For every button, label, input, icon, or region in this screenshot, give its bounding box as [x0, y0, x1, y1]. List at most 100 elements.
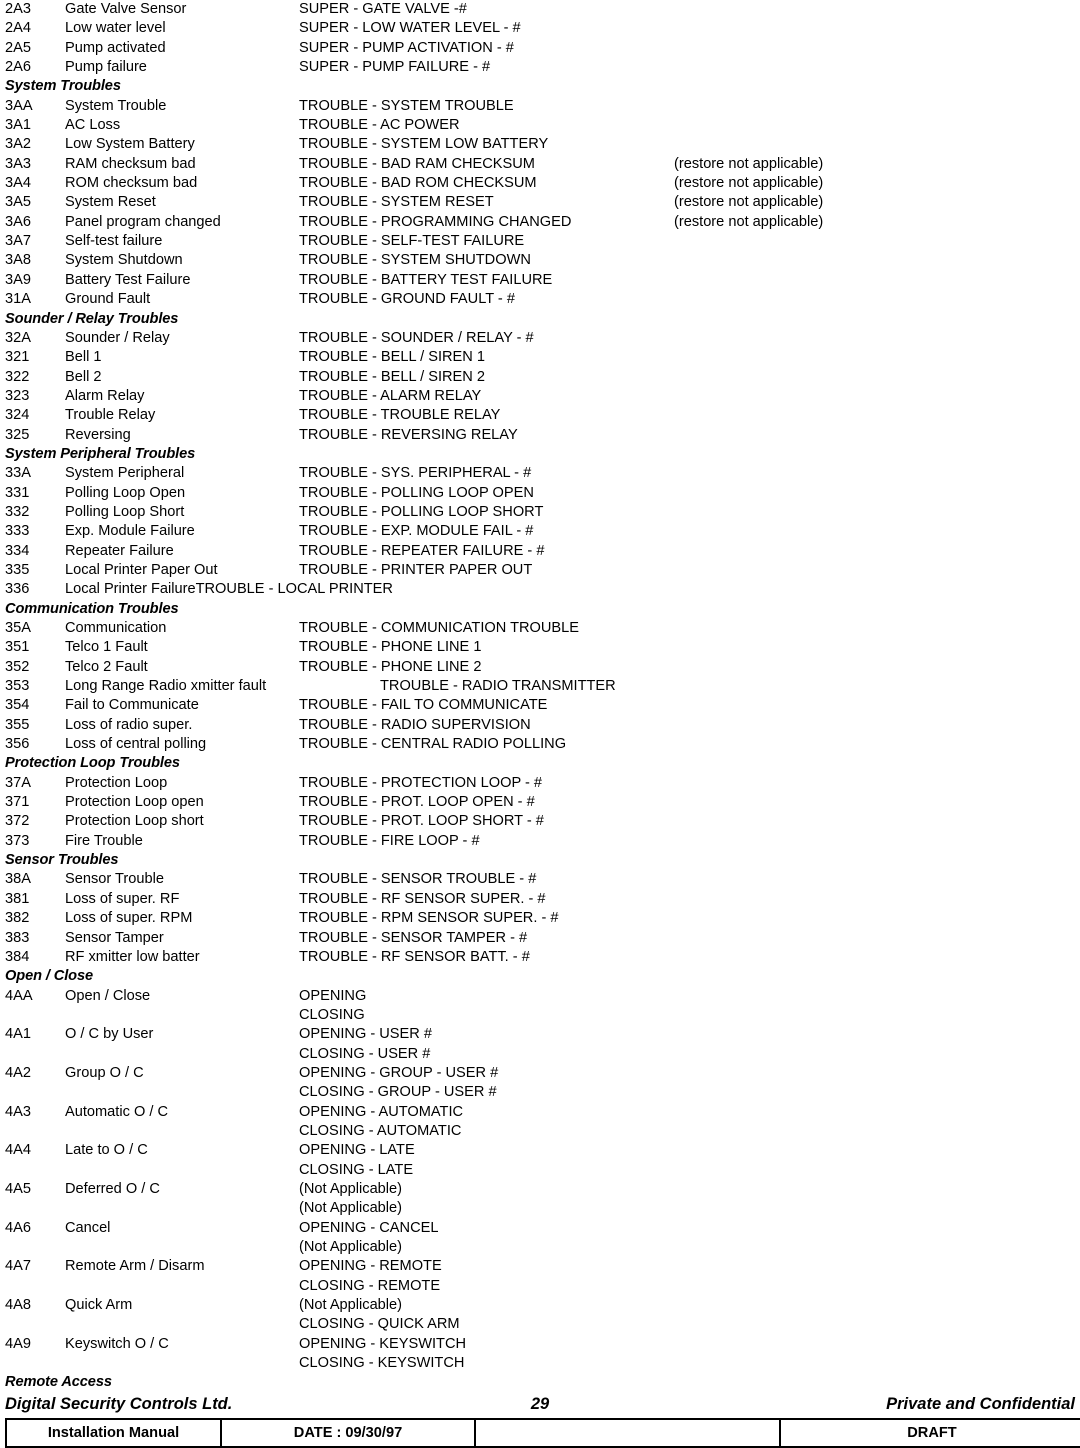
- cell-code: 336: [5, 581, 30, 598]
- table-row: 4A7 Remote Arm / Disarm OPENING - REMOTE: [5, 1257, 1075, 1276]
- cell-code: 3AA: [5, 97, 33, 114]
- cell-description: RAM checksum bad: [65, 155, 196, 172]
- cell-description: Telco 1 Fault: [65, 639, 148, 656]
- table-row: 335 Local Printer Paper Out TROUBLE - PRIN…: [5, 561, 1075, 580]
- table-row: 382 Loss of super. RPM TROUBLE - RPM SENSO…: [5, 909, 1075, 928]
- cell-message: TROUBLE - ALARM RELAY: [299, 387, 482, 404]
- cell-message: TROUBLE - SYS. PERIPHERAL - #: [299, 465, 532, 482]
- table-row-continuation: CLOSING - LATE: [5, 1161, 1075, 1180]
- cell-message: SUPER - PUMP FAILURE - #: [299, 59, 491, 76]
- cell-message: TROUBLE - BELL / SIREN 1: [299, 349, 485, 366]
- cell-code: 4A8: [5, 1297, 31, 1314]
- table-row: 372 Protection Loop short TROUBLE - PROT. …: [5, 812, 1075, 831]
- description-text: Local Printer Failure: [65, 581, 196, 598]
- cell-description: Reversing: [65, 426, 131, 443]
- cell-code: 3A3: [5, 155, 31, 172]
- cell-message: TROUBLE - SYSTEM TROUBLE: [299, 97, 514, 114]
- cell-message: TROUBLE - SOUNDER / RELAY - #: [299, 329, 534, 346]
- cell-message: TROUBLE - POLLING LOOP SHORT: [299, 503, 544, 520]
- table-row-continuation: (Not Applicable): [5, 1238, 1075, 1257]
- cell-description: Fire Trouble: [65, 832, 143, 849]
- cell-message: TROUBLE - REPEATER FAILURE - #: [299, 542, 545, 559]
- cell-description: Loss of super. RF: [65, 890, 180, 907]
- cell-message: TROUBLE - SYSTEM SHUTDOWN: [299, 252, 531, 269]
- table-row: 321 Bell 1 TROUBLE - BELL / SIREN 1: [5, 348, 1075, 367]
- cell-message: TROUBLE - COMMUNICATION TROUBLE: [299, 620, 580, 636]
- cell-description: RF xmitter low batter: [65, 948, 200, 965]
- event-code-table: 2A3 Gate Valve Sensor SUPER - GATE VALVE -…: [5, 0, 1075, 1393]
- section-heading: System Troubles: [5, 78, 121, 95]
- table-row: 371 Protection Loop open TROUBLE - PROT. L…: [5, 793, 1075, 812]
- cell-description: Loss of central polling: [65, 736, 207, 753]
- cell-message: TROUBLE - PRINTER PAPER OUT: [299, 561, 533, 578]
- cell-description: Protection Loop: [65, 774, 168, 791]
- table-row: 38A Sensor Trouble TROUBLE - SENSOR TROUBL…: [5, 870, 1075, 889]
- cell-description: Communication: [65, 620, 167, 636]
- cell-message: TROUBLE - SENSOR TROUBLE - #: [299, 871, 537, 888]
- cell-code: 3A6: [5, 213, 31, 230]
- table-row-continuation: CLOSING - AUTOMATIC: [5, 1122, 1075, 1141]
- cell-message: OPENING - GROUP - USER #: [299, 1064, 499, 1081]
- table-row: 332 Polling Loop Short TROUBLE - POLLING L…: [5, 503, 1075, 522]
- table-row-continuation: CLOSING: [5, 1006, 1075, 1025]
- cell-description: ROM checksum bad: [65, 175, 198, 192]
- table-row: 331 Polling Loop Open TROUBLE - POLLING LO…: [5, 484, 1075, 503]
- cell-code: 3A5: [5, 194, 31, 211]
- cell-code: 37A: [5, 774, 31, 791]
- cell-message: TROUBLE - FIRE LOOP - #: [299, 832, 480, 849]
- table-row-continuation: CLOSING - KEYSWITCH: [5, 1354, 1075, 1373]
- cell-description: Local Printer Paper Out: [65, 561, 218, 578]
- cell-message: TROUBLE - PHONE LINE 2: [299, 658, 482, 675]
- cell-message: TROUBLE - LOCAL PRINTER: [195, 581, 393, 598]
- table-row: 333 Exp. Module Failure TROUBLE - EXP. MOD…: [5, 522, 1075, 541]
- cell-description: Protection Loop open: [65, 794, 204, 811]
- cell-message: TROUBLE - PROT. LOOP OPEN - #: [299, 794, 535, 811]
- table-row: 3A5 System Reset TROUBLE - SYSTEM RESET (re…: [5, 193, 1075, 212]
- cell-message: TROUBLE - PROT. LOOP SHORT - #: [299, 813, 544, 830]
- cell-code: 324: [5, 407, 30, 424]
- cell-description: Bell 1: [65, 349, 102, 366]
- table-row: 3A2 Low System Battery TROUBLE - SYSTEM LO…: [5, 135, 1075, 154]
- cell-description: Pump failure: [65, 59, 147, 76]
- cell-message: TROUBLE - PHONE LINE 1: [299, 639, 482, 656]
- cell-message: TROUBLE - SENSOR TAMPER - #: [299, 929, 528, 946]
- footer-date-cell: DATE : 09/30/97: [220, 1418, 476, 1448]
- cell-code: 35A: [5, 620, 31, 636]
- cell-code: 335: [5, 561, 30, 578]
- cell-description: Deferred O / C: [65, 1180, 160, 1197]
- cell-message: TROUBLE - EXP. MODULE FAIL - #: [299, 523, 534, 540]
- cell-code: 381: [5, 890, 30, 907]
- cell-code: 38A: [5, 871, 31, 888]
- table-row: 336 Local Printer FailureTROUBLE - LOCAL …: [5, 580, 1075, 599]
- table-row: 3A6 Panel program changed TROUBLE - PROGRA…: [5, 213, 1075, 232]
- cell-message: CLOSING - AUTOMATIC: [299, 1122, 462, 1139]
- cell-message: TROUBLE - PROGRAMMING CHANGED: [299, 213, 572, 230]
- cell-message: TROUBLE - RADIO TRANSMITTER: [380, 678, 616, 695]
- table-row: 32A Sounder / Relay TROUBLE - SOUNDER / RE…: [5, 329, 1075, 348]
- cell-note: (restore not applicable): [674, 194, 824, 211]
- section-heading: Communication Troubles: [5, 600, 179, 617]
- cell-description: Pump activated: [65, 39, 166, 56]
- cell-description: Exp. Module Failure: [65, 523, 195, 540]
- table-row-continuation: (Not Applicable): [5, 1199, 1075, 1218]
- cell-description: System Shutdown: [65, 252, 183, 269]
- cell-message: TROUBLE - REVERSING RELAY: [299, 426, 518, 443]
- section-heading: Sounder / Relay Troubles: [5, 310, 179, 327]
- cell-message: TROUBLE - SELF-TEST FAILURE: [299, 233, 525, 250]
- table-row: 2A6 Pump failure SUPER - PUMP FAILURE - #: [5, 58, 1075, 77]
- table-row: 4A4 Late to O / C OPENING - LATE: [5, 1141, 1075, 1160]
- table-row-continuation: CLOSING - QUICK ARM: [5, 1315, 1075, 1334]
- cell-code: 4A4: [5, 1142, 31, 1159]
- cell-message: TROUBLE - BELL / SIREN 2: [299, 368, 485, 385]
- cell-message: CLOSING - QUICK ARM: [299, 1316, 460, 1333]
- cell-description: Trouble Relay: [65, 407, 156, 424]
- cell-code: 3A1: [5, 117, 31, 134]
- cell-description: Self-test failure: [65, 233, 163, 250]
- footer-manual-cell: Installation Manual: [5, 1418, 222, 1448]
- table-row: 353 Long Range Radio xmitter fault TROUBLE…: [5, 677, 1075, 696]
- cell-description: Low water level: [65, 20, 166, 37]
- cell-message: TROUBLE - FAIL TO COMMUNICATE: [299, 697, 548, 714]
- cell-code: 321: [5, 349, 30, 366]
- cell-message: CLOSING: [299, 1006, 365, 1023]
- cell-description: Sensor Tamper: [65, 929, 164, 946]
